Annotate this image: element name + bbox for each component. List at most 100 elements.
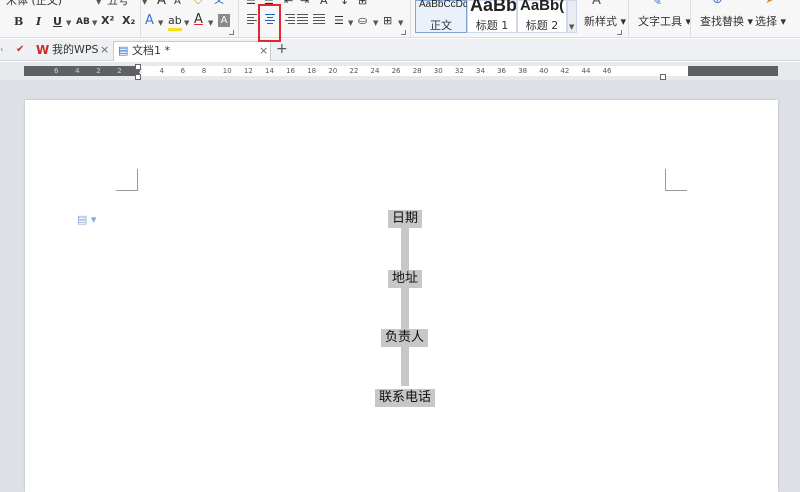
ruler-number: 42 (560, 67, 570, 75)
clear-format-icon[interactable]: ◇ (194, 0, 202, 7)
ruler-number: 4 (75, 67, 80, 75)
tab-scroll-left-icon[interactable]: ‹ (0, 43, 4, 57)
field-contact-phone[interactable]: 联系电话 (375, 389, 435, 407)
font-name-select[interactable]: 宋体 (正文) (6, 0, 62, 8)
font-dialog-launcher[interactable] (229, 30, 234, 35)
ruler-number: 36 (497, 67, 507, 75)
ruler-number: 6 (54, 67, 59, 75)
decrease-indent-icon[interactable]: ⇤ (284, 0, 293, 8)
wps-logo-icon: W (36, 43, 50, 57)
margin-corner-mark (116, 169, 138, 191)
ruler-number: 8 (201, 67, 207, 75)
ruler-number: 12 (243, 67, 253, 75)
ribbon-toolbar: 宋体 (正文) ▼ 五号 ▼ A A ◇ 文 B I U ▼ AB ▼ X² X… (0, 0, 800, 38)
styles-gallery-scroll[interactable]: ▼ (567, 0, 577, 33)
ruler-number: 34 (476, 67, 485, 75)
select-cursor-icon: ➤ (765, 0, 776, 7)
horizontal-ruler: 6 4 2 2 2 4 6 8 10 12 14 16 18 20 22 24 26 28 30 32 34 36 38 40… (0, 62, 800, 80)
text-effect-dropdown-icon[interactable]: ▼ (158, 19, 163, 27)
shrink-font-icon[interactable]: A (174, 0, 181, 9)
styles-dialog-launcher[interactable] (617, 30, 622, 35)
strikethrough-dropdown-icon[interactable]: ▼ (92, 19, 97, 27)
document-tab-bar: ‹ ✔ W 我的WPS × ▤ 文档1 * × + (0, 39, 800, 61)
text-tools-icon: ✎ (652, 0, 663, 8)
bold-button[interactable]: B (14, 15, 23, 29)
bullet-list-icon[interactable]: ☰ (246, 0, 256, 8)
paste-options-icon[interactable]: ▤ ▾ (77, 213, 96, 226)
line-spacing-dropdown-icon[interactable]: ▼ (348, 19, 353, 27)
ruler-number: 2 (96, 67, 101, 75)
ruler-number: 32 (454, 67, 464, 75)
font-size-dropdown-icon[interactable]: ▼ (142, 0, 147, 6)
select-button[interactable]: 选择 ▾ (755, 15, 786, 29)
paragraph-dialog-launcher[interactable] (401, 30, 406, 35)
ruler-number: 46 (602, 67, 612, 75)
close-tab-icon[interactable]: × (100, 41, 109, 59)
highlight-box (258, 4, 281, 42)
increase-indent-icon[interactable]: ⇥ (300, 0, 309, 8)
chinese-layout-icon[interactable]: A (320, 0, 328, 8)
ruler-number: 6 (180, 67, 186, 75)
grow-font-icon[interactable]: A (157, 0, 166, 8)
ruler-number: 22 (349, 67, 359, 75)
borders-dropdown-icon[interactable]: ▼ (398, 19, 403, 27)
margin-corner-mark (665, 169, 687, 191)
ruler-number: 16 (286, 67, 296, 75)
field-address[interactable]: 地址 (388, 270, 422, 288)
font-color-icon[interactable]: A (194, 13, 203, 27)
show-marks-icon[interactable]: ⊞ (358, 0, 367, 8)
italic-button[interactable]: I (36, 15, 41, 29)
tab-document-1[interactable]: ▤ 文档1 * × (113, 41, 271, 61)
strikethrough-button[interactable]: AB (76, 15, 90, 29)
document-icon: ▤ (118, 44, 129, 57)
paragraph-shading-icon[interactable]: ⛀ (358, 14, 367, 28)
ruler-number: 2 (117, 67, 122, 75)
highlight-dropdown-icon[interactable]: ▼ (184, 19, 189, 27)
underline-dropdown-icon[interactable]: ▼ (66, 19, 71, 27)
ruler-number: 18 (307, 67, 317, 75)
font-size-select[interactable]: 五号 (107, 0, 129, 8)
find-replace-icon: ⊕ (712, 0, 723, 7)
phonetic-guide-icon[interactable]: 文 (214, 0, 224, 8)
char-shading-icon[interactable]: A (218, 14, 230, 27)
borders-icon[interactable]: ⊞ (383, 14, 392, 28)
superscript-button[interactable]: X² (101, 14, 114, 28)
ruler-number: 30 (433, 67, 443, 75)
document-page[interactable]: ▤ ▾ 日期 地址 负责人 联系电话 (25, 100, 778, 492)
underline-button[interactable]: U (53, 15, 62, 29)
align-right-icon[interactable] (281, 13, 295, 25)
field-person-in-charge[interactable]: 负责人 (381, 329, 428, 347)
ruler-number: 40 (539, 67, 549, 75)
connector-line (401, 228, 409, 386)
new-style-icon: A (592, 0, 601, 8)
ruler-number: 20 (328, 67, 338, 75)
text-tools-button[interactable]: 文字工具 ▾ (638, 15, 691, 29)
text-effect-icon[interactable]: A (145, 14, 154, 28)
document-canvas: ▤ ▾ 日期 地址 负责人 联系电话 (0, 80, 800, 492)
ruler-number: 44 (581, 67, 591, 75)
close-tab-icon[interactable]: × (259, 42, 268, 60)
pin-icon[interactable]: ✔ (16, 43, 24, 57)
ruler-number: 14 (265, 67, 274, 75)
highlight-icon[interactable]: ab (168, 14, 182, 28)
tab-my-wps[interactable]: W 我的WPS × (34, 41, 114, 61)
shading-dropdown-icon[interactable]: ▼ (373, 19, 378, 27)
style-normal[interactable]: AaBbCcDd 正文 (415, 0, 468, 33)
ruler-number: 10 (222, 67, 232, 75)
sort-icon[interactable]: ↕ (340, 0, 349, 8)
justify-icon[interactable] (297, 13, 311, 25)
style-heading-1[interactable]: AaBb 标题 1 (467, 0, 517, 33)
new-tab-button[interactable]: + (276, 42, 288, 56)
new-style-button[interactable]: 新样式 ▾ (584, 15, 626, 29)
style-heading-2[interactable]: AaBb( 标题 2 (517, 0, 567, 33)
line-spacing-icon[interactable]: ☰ (334, 14, 344, 28)
font-color-dropdown-icon[interactable]: ▼ (208, 19, 213, 27)
find-replace-button[interactable]: 查找替换 ▾ (700, 15, 753, 29)
ruler-number: 38 (518, 67, 528, 75)
ruler-number: 26 (391, 67, 401, 75)
distribute-icon[interactable] (313, 13, 327, 25)
font-name-dropdown-icon[interactable]: ▼ (96, 0, 101, 6)
subscript-button[interactable]: X₂ (122, 14, 135, 28)
first-line-indent-marker[interactable] (135, 64, 141, 70)
field-date[interactable]: 日期 (388, 210, 422, 228)
